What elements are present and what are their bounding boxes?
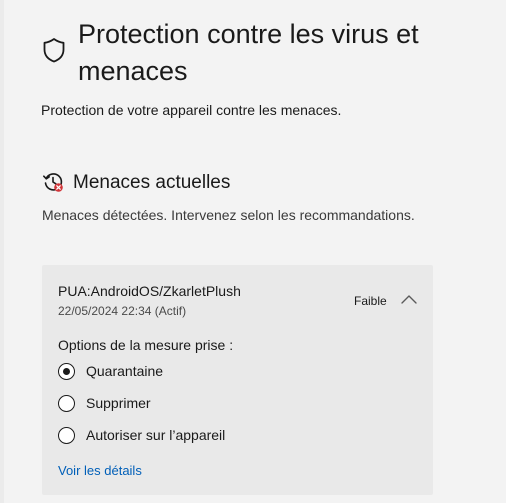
page-title: Protection contre les virus et menaces: [78, 19, 419, 86]
see-details-link[interactable]: Voir les détails: [58, 463, 142, 478]
radio-label-quarantine: Quarantaine: [86, 363, 164, 379]
radio-button[interactable]: [58, 427, 75, 444]
threat-name: PUA:AndroidOS/ZkarletPlush: [58, 283, 241, 299]
threat-card: PUA:AndroidOS/ZkarletPlush 22/05/2024 22…: [42, 265, 433, 495]
threat-date: 22/05/2024 22:34 (Actif): [58, 304, 187, 318]
options-label: Options de la mesure prise :: [58, 337, 234, 353]
threat-history-icon: [42, 171, 64, 193]
radio-button[interactable]: [58, 395, 75, 412]
radio-label-remove: Supprimer: [86, 395, 151, 411]
radio-button-checked[interactable]: [58, 363, 75, 380]
shield-icon: [40, 36, 68, 64]
collapse-button[interactable]: [397, 289, 421, 311]
severity-label: Faible: [354, 294, 387, 308]
radio-dot: [62, 367, 70, 375]
page-subtitle: Protection de votre appareil contre les …: [41, 102, 342, 118]
section-title: Menaces actuelles: [73, 172, 231, 193]
section-description: Menaces détectées. Intervenez selon les …: [42, 207, 415, 223]
chevron-up-icon: [397, 295, 421, 315]
window-left-edge: [0, 0, 4, 503]
radio-label-allow: Autoriser sur l’appareil: [86, 427, 226, 443]
